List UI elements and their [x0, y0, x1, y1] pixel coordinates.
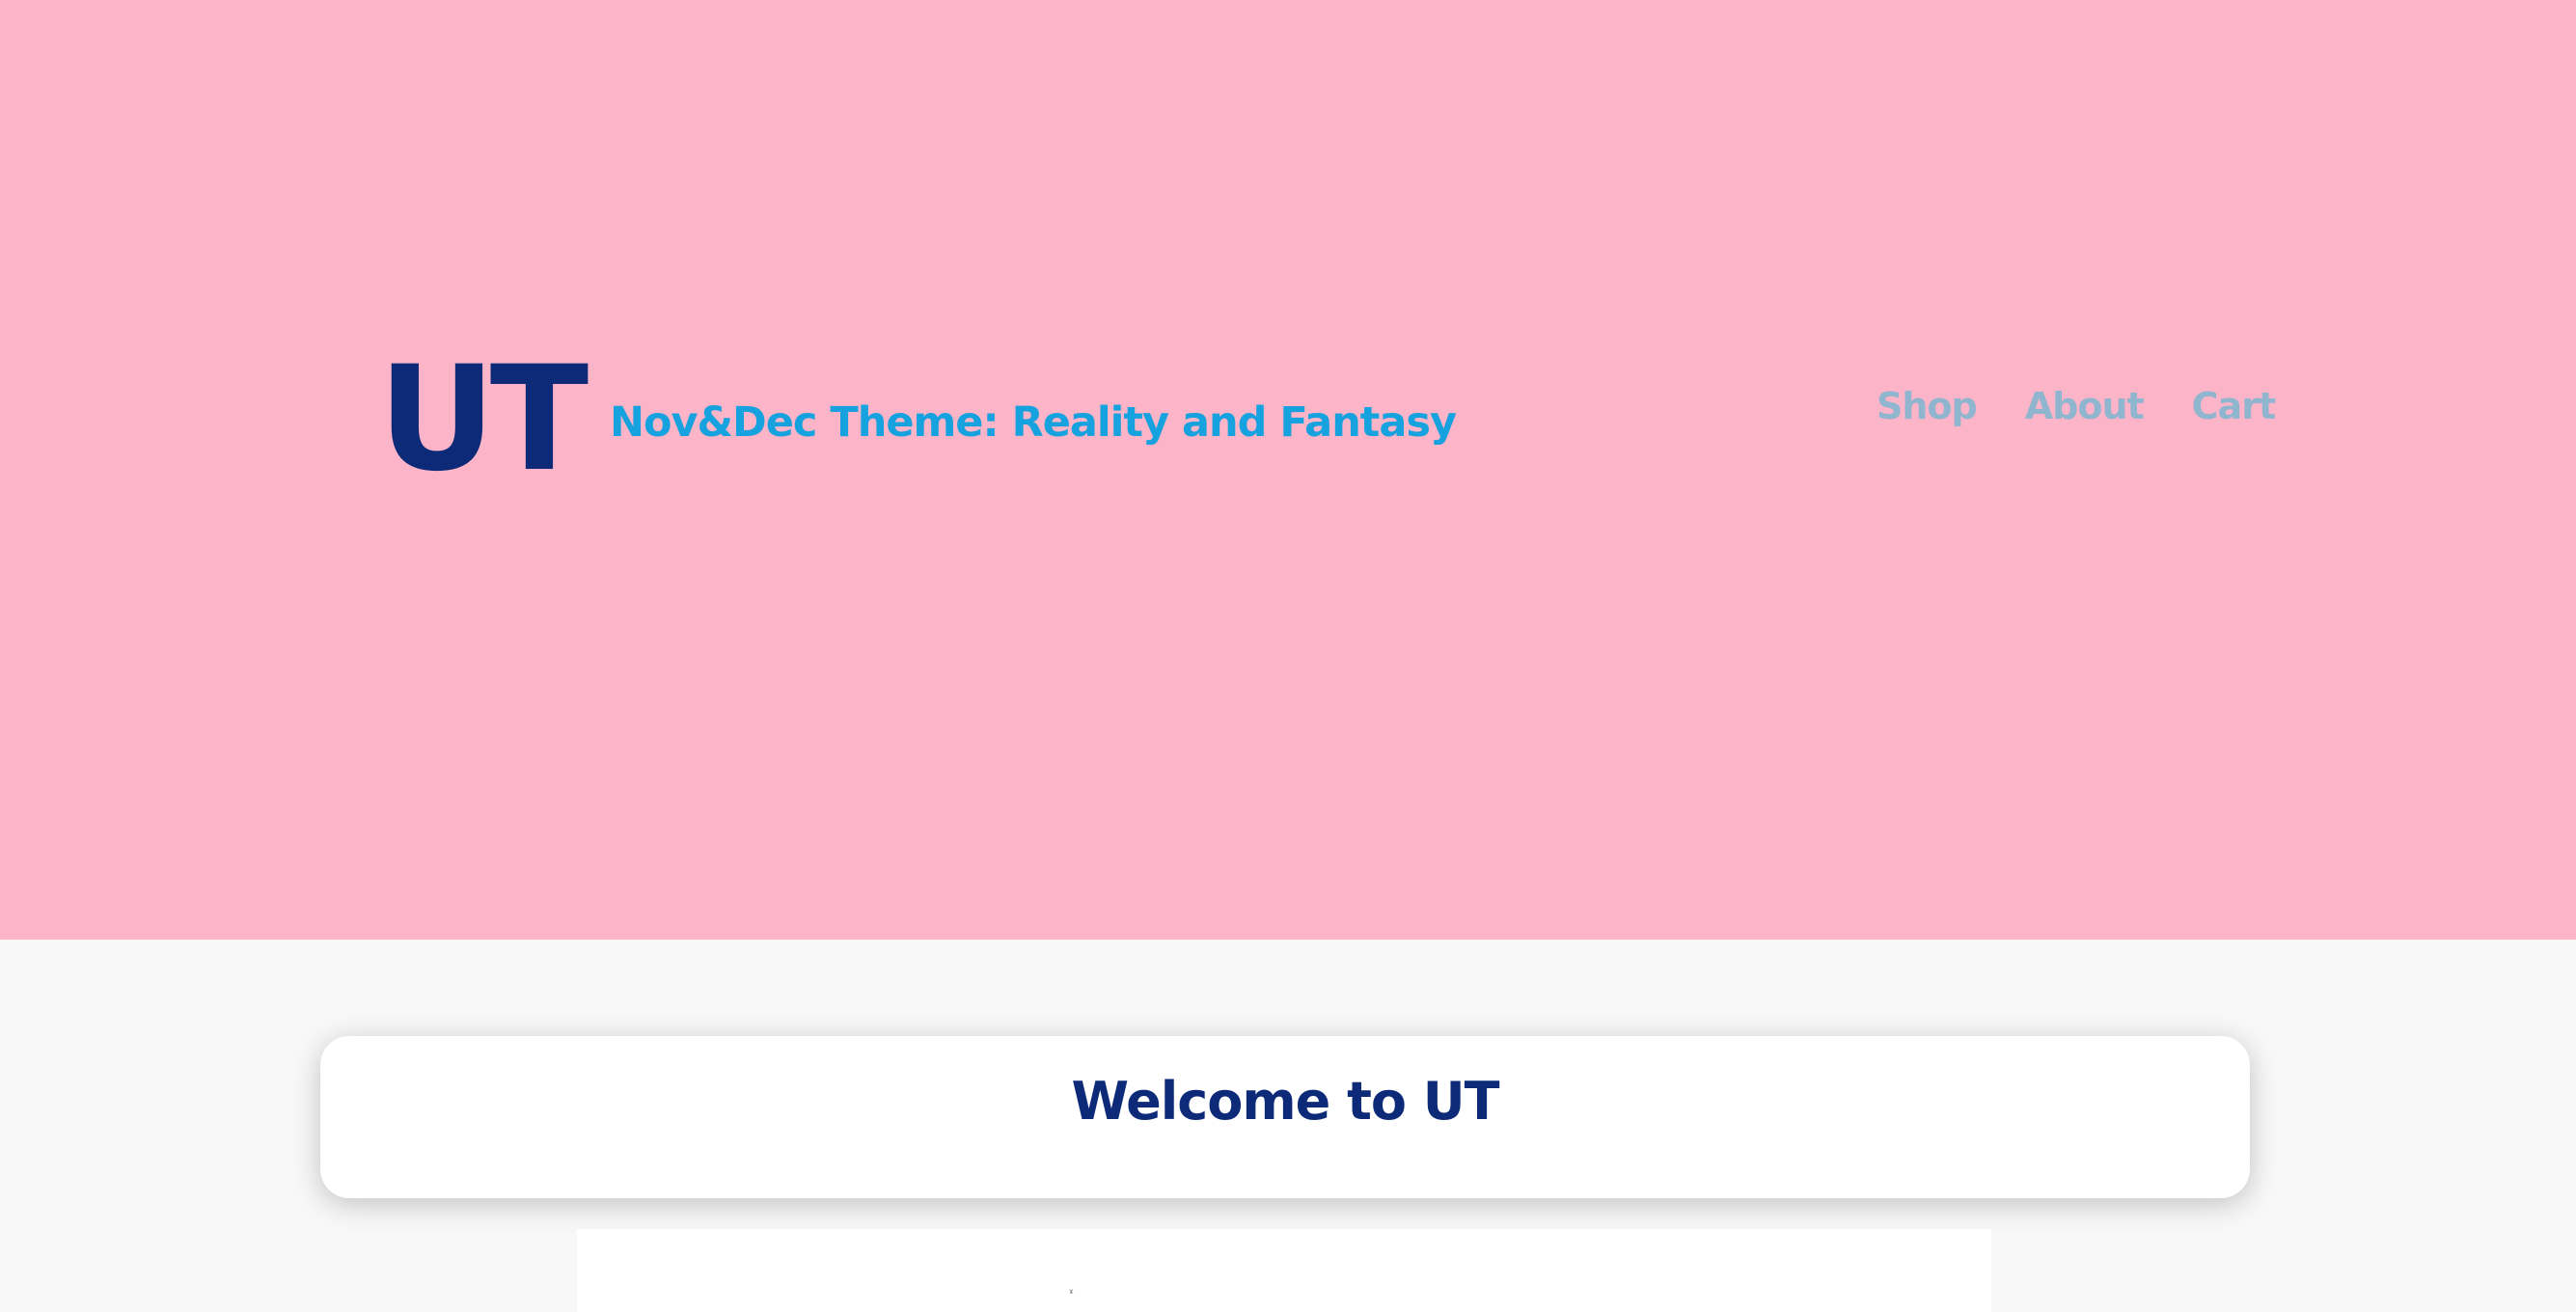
nav-cart-link[interactable]: Cart	[2192, 382, 2276, 430]
nav-about-link[interactable]: About	[2025, 382, 2145, 430]
hero-header: UT Nov&Dec Theme: Reality and Fantasy Sh…	[0, 0, 2576, 940]
content-mark: ɤ	[1069, 1287, 1074, 1296]
main-nav: Shop About Cart	[1877, 382, 2276, 430]
site-logo[interactable]: UT	[378, 347, 589, 492]
site-tagline: Nov&Dec Theme: Reality and Fantasy	[610, 398, 1457, 447]
welcome-card: Welcome to UT	[320, 1036, 2250, 1198]
welcome-title: Welcome to UT	[1071, 1071, 1500, 1132]
content-panel: ɤ	[577, 1229, 1991, 1312]
nav-shop-link[interactable]: Shop	[1877, 382, 1978, 430]
